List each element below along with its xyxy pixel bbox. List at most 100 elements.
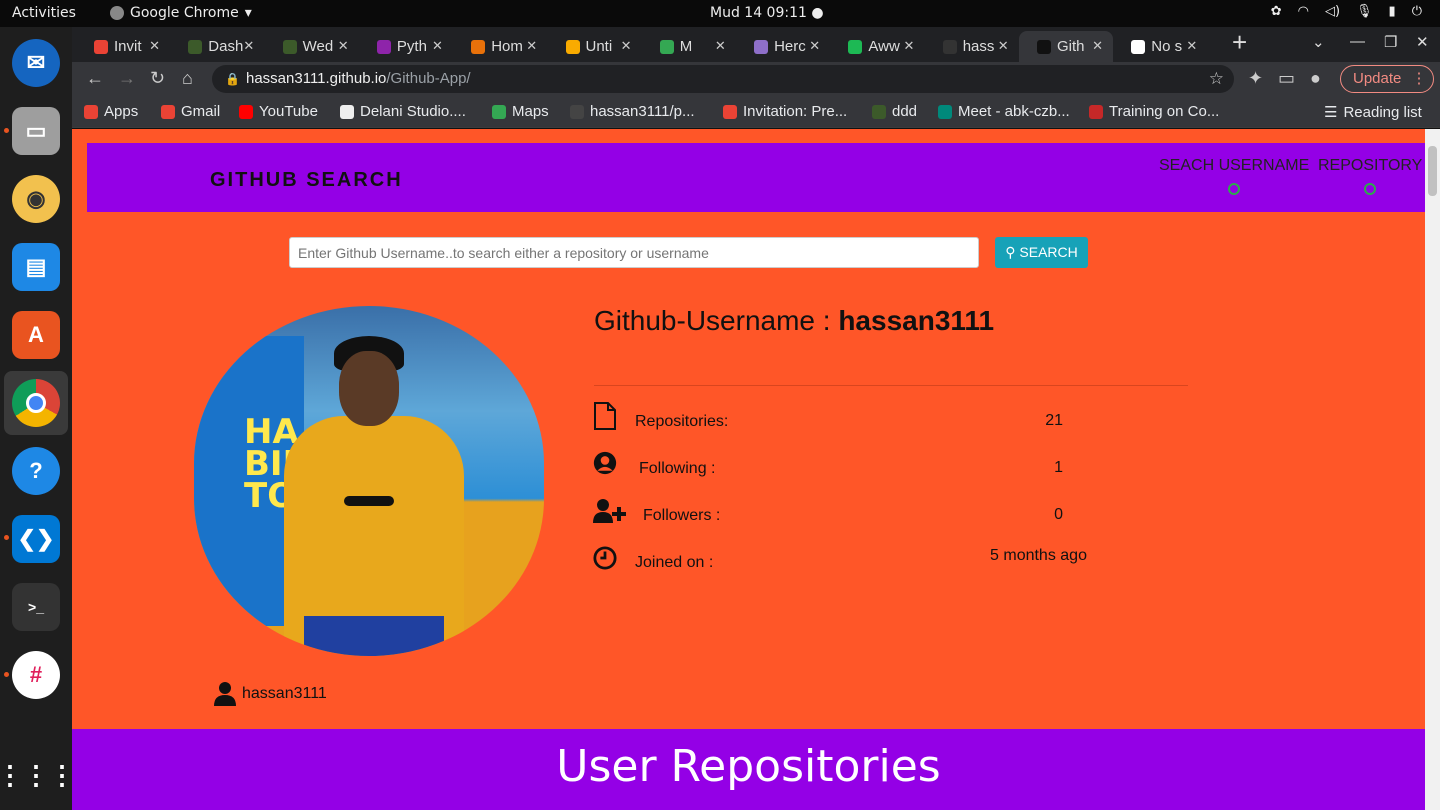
profile-icon[interactable]: ● bbox=[1310, 68, 1321, 89]
user-circle-icon bbox=[593, 451, 617, 475]
tab-close-icon[interactable]: ✕ bbox=[903, 38, 914, 54]
maximize-icon[interactable]: ❐ bbox=[1384, 33, 1397, 51]
software-icon[interactable]: A bbox=[12, 311, 60, 359]
search-button[interactable]: ⚲ SEARCH bbox=[995, 237, 1088, 268]
tab[interactable]: Invit ✕ bbox=[76, 31, 170, 62]
tab-close-icon[interactable]: ✕ bbox=[526, 38, 537, 54]
stat-value-repositories: 21 bbox=[1045, 412, 1063, 429]
extensions-icon[interactable]: ✦ bbox=[1248, 68, 1263, 89]
bookmark-item[interactable]: ddd bbox=[872, 103, 917, 120]
tab-close-icon[interactable]: ✕ bbox=[432, 38, 443, 54]
bookmark-item[interactable]: Maps bbox=[492, 103, 549, 120]
nav-repository[interactable]: REPOSITORY bbox=[1318, 157, 1422, 195]
bookmark-favicon-icon bbox=[570, 104, 584, 119]
update-button[interactable]: Update ⋮ bbox=[1340, 65, 1434, 93]
reading-list-label: Reading list bbox=[1343, 103, 1422, 121]
tab-close-icon[interactable]: ✕ bbox=[621, 38, 632, 54]
bookmark-item[interactable]: Gmail bbox=[161, 103, 220, 120]
bookmark-item[interactable]: Meet - abk-czb... bbox=[938, 103, 1070, 120]
bookmark-favicon-icon bbox=[84, 104, 98, 119]
bookmark-label: Maps bbox=[512, 103, 549, 120]
minimize-icon[interactable]: — bbox=[1350, 33, 1365, 50]
lock-icon: 🔒 bbox=[225, 72, 240, 86]
tab-label: Herc bbox=[774, 38, 806, 55]
tab-favicon-icon bbox=[848, 39, 863, 54]
bookmark-item[interactable]: Training on Co... bbox=[1089, 103, 1219, 120]
tab-close-icon[interactable]: ✕ bbox=[715, 38, 726, 54]
brand-title[interactable]: GITHUB SEARCH bbox=[210, 169, 403, 192]
home-icon[interactable]: ⌂ bbox=[182, 68, 193, 89]
reload-icon[interactable]: ↻ bbox=[150, 68, 165, 89]
app-grid-icon[interactable]: ⋮⋮⋮ bbox=[0, 751, 75, 799]
clock[interactable]: Mud 14 09:11 ● bbox=[710, 5, 824, 21]
tab[interactable]: No s ✕ bbox=[1113, 31, 1207, 62]
tab-favicon-icon bbox=[1037, 39, 1051, 54]
tab[interactable]: hass ✕ bbox=[925, 31, 1019, 62]
bookmark-item[interactable]: Invitation: Pre... bbox=[723, 103, 847, 120]
thunderbird-icon[interactable]: ✉ bbox=[12, 39, 60, 87]
stat-label-following: Following : bbox=[639, 460, 716, 477]
back-icon[interactable]: ← bbox=[86, 68, 104, 89]
bookmark-item[interactable]: Delani Studio.... bbox=[340, 103, 466, 120]
nav-repository-label: REPOSITORY bbox=[1318, 157, 1423, 174]
title-prefix: Github-Username : bbox=[594, 305, 839, 336]
tab-close-icon[interactable]: ✕ bbox=[1092, 38, 1103, 54]
new-tab-button[interactable]: + bbox=[1232, 27, 1247, 58]
scrollbar-thumb[interactable] bbox=[1428, 146, 1437, 196]
slack-icon[interactable]: # bbox=[12, 651, 60, 699]
tab-close-icon[interactable]: ✕ bbox=[149, 38, 160, 54]
tab[interactable]: Herc ✕ bbox=[736, 31, 830, 62]
chrome-icon bbox=[110, 6, 124, 20]
bookmark-item[interactable]: Apps bbox=[84, 103, 138, 120]
user-icon bbox=[214, 682, 236, 706]
close-window-icon[interactable]: ✕ bbox=[1416, 33, 1429, 51]
forward-icon[interactable]: → bbox=[118, 68, 136, 89]
divider bbox=[594, 385, 1188, 386]
search-input[interactable] bbox=[289, 237, 979, 268]
tab-close-icon[interactable]: ✕ bbox=[338, 38, 349, 54]
bookmark-favicon-icon bbox=[239, 104, 253, 119]
tab[interactable]: Dash ✕ bbox=[170, 31, 264, 62]
cast-icon[interactable]: ▭ bbox=[1278, 68, 1295, 89]
system-tray[interactable]: ✿ ◠ ◁) 🎙 ▮ ⏻ bbox=[1271, 4, 1422, 19]
files-icon[interactable]: ▭ bbox=[12, 107, 60, 155]
help-icon[interactable]: ? bbox=[12, 447, 60, 495]
bookmark-label: Meet - abk-czb... bbox=[958, 103, 1070, 120]
browser-toolbar: ← → ↻ ⌂ 🔒 hassan3111.github.io/Github-Ap… bbox=[72, 62, 1440, 96]
tab-search-icon[interactable]: ⌄ bbox=[1312, 33, 1325, 51]
bookmark-star-icon[interactable]: ☆ bbox=[1209, 65, 1224, 93]
tab[interactable]: Hom ✕ bbox=[453, 31, 547, 62]
tab[interactable]: Wed ✕ bbox=[265, 31, 359, 62]
tab[interactable]: M ✕ bbox=[642, 31, 736, 62]
vscode-icon[interactable]: ❮❯ bbox=[12, 515, 60, 563]
app-menu[interactable]: Google Chrome ▾ bbox=[110, 5, 252, 21]
stat-label-joined: Joined on : bbox=[635, 554, 714, 571]
file-icon bbox=[594, 402, 616, 430]
tab[interactable]: Aww ✕ bbox=[830, 31, 924, 62]
tab-close-icon[interactable]: ✕ bbox=[998, 38, 1009, 54]
tab-label: No s bbox=[1151, 38, 1183, 55]
chrome-dock-icon[interactable] bbox=[12, 379, 60, 427]
address-bar[interactable]: 🔒 hassan3111.github.io/Github-App/ ☆ bbox=[212, 65, 1234, 93]
bookmark-label: Invitation: Pre... bbox=[743, 103, 848, 120]
chevron-down-icon: ▾ bbox=[244, 5, 252, 21]
os-top-bar: Activities Google Chrome ▾ Mud 14 09:11 … bbox=[0, 0, 1440, 27]
tab[interactable]: Pyth ✕ bbox=[359, 31, 453, 62]
scrollbar[interactable] bbox=[1425, 129, 1440, 810]
dock: ✉ ▭ ◉ ▤ A ? ❮❯ >_ # ⋮⋮⋮ bbox=[0, 27, 75, 810]
bookmark-item[interactable]: hassan3111/p... bbox=[570, 103, 695, 120]
reading-list-button[interactable]: ☰ Reading list bbox=[1324, 103, 1422, 122]
github-icon bbox=[1228, 183, 1241, 195]
bookmark-item[interactable]: YouTube bbox=[239, 103, 318, 120]
tab-close-icon[interactable]: ✕ bbox=[809, 38, 820, 54]
activities-button[interactable]: Activities bbox=[12, 5, 76, 21]
tab-close-icon[interactable]: ✕ bbox=[1186, 38, 1197, 54]
tab-close-icon[interactable]: ✕ bbox=[243, 38, 254, 54]
rhythmbox-icon[interactable]: ◉ bbox=[12, 175, 60, 223]
nav-search-username[interactable]: SEACH USERNAME bbox=[1159, 157, 1309, 195]
writer-icon[interactable]: ▤ bbox=[12, 243, 60, 291]
reading-list-icon: ☰ bbox=[1324, 104, 1338, 121]
terminal-icon[interactable]: >_ bbox=[12, 583, 60, 631]
tab[interactable]: Unti ✕ bbox=[548, 31, 642, 62]
tab[interactable]: Gith ✕ bbox=[1019, 31, 1113, 62]
